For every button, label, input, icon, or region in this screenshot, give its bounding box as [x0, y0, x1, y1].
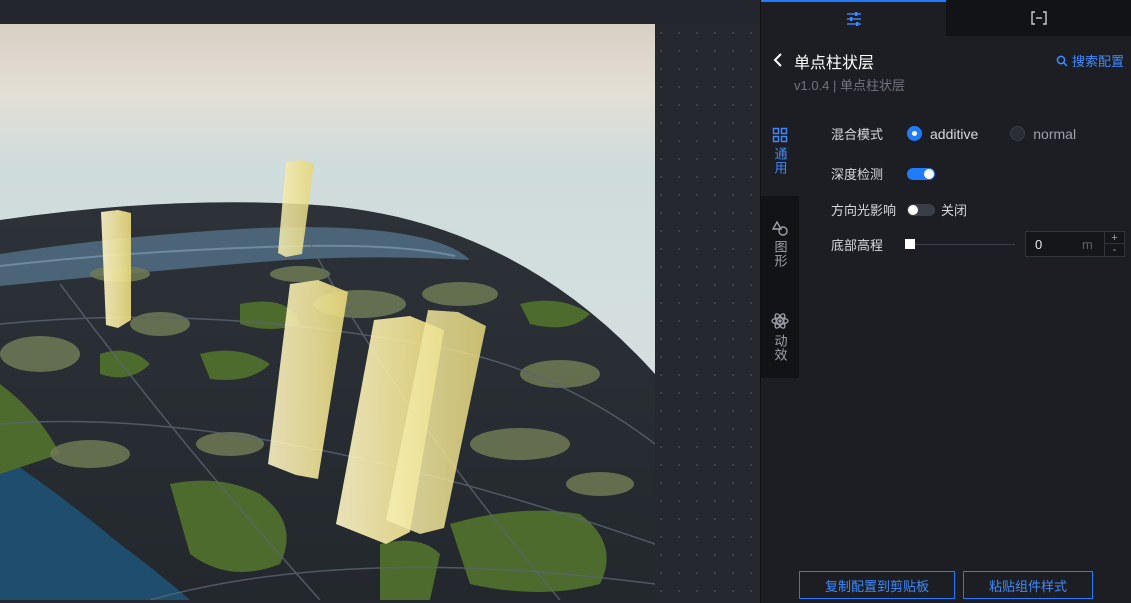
directional-light-state: 关闭: [941, 203, 968, 218]
base-height-input[interactable]: 0 m + -: [1025, 231, 1125, 257]
side-item-general-label: 通用: [772, 147, 788, 175]
radio-additive[interactable]: additive: [907, 126, 978, 142]
depth-test-knob: [924, 168, 934, 179]
side-item-effects-label: 动效: [772, 334, 788, 362]
slider-thumb[interactable]: [905, 239, 915, 249]
side-nav: 通用 图形 动效: [761, 112, 799, 378]
back-button[interactable]: [767, 50, 789, 70]
radio-normal-circle: [1010, 126, 1026, 141]
map-3d-viewport[interactable]: [0, 24, 655, 600]
directional-light-knob: [908, 204, 918, 215]
base-height-unit: m: [1082, 237, 1093, 252]
directional-light-label: 方向光影响: [831, 203, 897, 218]
component-title: 单点柱状层: [794, 55, 875, 72]
radio-additive-circle: [907, 126, 922, 141]
copy-config-button[interactable]: 复制配置到剪贴板: [799, 571, 955, 599]
blend-mode-label: 混合模式: [831, 127, 884, 142]
atom-icon: [771, 313, 789, 329]
radio-normal[interactable]: normal: [1010, 126, 1076, 142]
map-scene-graphic: [0, 24, 655, 600]
bracket-minus-icon: [1030, 11, 1047, 25]
base-height-value[interactable]: 0: [1035, 237, 1042, 252]
panel-header: 单点柱状层 v1.0.4 | 单点柱状层 搜索配置: [761, 36, 1131, 100]
search-config-button[interactable]: 搜索配置: [1056, 51, 1124, 70]
side-item-shape-label: 图形: [772, 240, 788, 268]
slider-track: [909, 244, 1015, 245]
depth-test-label: 深度检测: [831, 167, 884, 182]
depth-test-toggle[interactable]: [907, 167, 935, 180]
chevron-left-icon: [773, 53, 782, 67]
decrement-button[interactable]: -: [1105, 244, 1124, 256]
side-item-shape[interactable]: 图形: [761, 208, 799, 288]
grid-icon: [772, 127, 788, 143]
base-height-label: 底部高程: [831, 238, 884, 253]
directional-light-row: 方向光影响 关闭: [831, 200, 967, 219]
search-icon: [1056, 55, 1068, 67]
paste-style-button[interactable]: 粘贴组件样式: [963, 571, 1093, 599]
directional-light-toggle[interactable]: [907, 203, 935, 216]
config-panel: 单点柱状层 v1.0.4 | 单点柱状层 搜索配置 通用 图形 动效 混合模式 …: [760, 0, 1131, 603]
increment-button[interactable]: +: [1105, 232, 1124, 244]
tab-data[interactable]: [946, 0, 1131, 36]
tab-config[interactable]: [761, 0, 946, 36]
editor-canvas[interactable]: [0, 0, 760, 603]
depth-test-row: 深度检测: [831, 164, 935, 183]
panel-top-tabs: [761, 0, 1131, 36]
canvas-ruler-strip: [0, 0, 760, 24]
radio-additive-label: additive: [930, 125, 979, 142]
app-root: 单点柱状层 v1.0.4 | 单点柱状层 搜索配置 通用 图形 动效 混合模式 …: [0, 0, 1131, 603]
base-height-row: 底部高程: [831, 235, 907, 254]
settings-sliders-icon: [846, 12, 861, 26]
component-version: v1.0.4 | 单点柱状层: [794, 78, 906, 93]
blend-mode-row: 混合模式 additive normal: [831, 124, 1108, 143]
stepper: + -: [1104, 232, 1124, 256]
side-item-general[interactable]: 通用: [761, 112, 799, 196]
side-item-effects[interactable]: 动效: [761, 300, 799, 378]
shapes-icon: [772, 220, 788, 236]
search-config-label: 搜索配置: [1071, 54, 1124, 69]
radio-normal-label: normal: [1033, 125, 1077, 142]
base-height-slider[interactable]: [905, 238, 1015, 250]
